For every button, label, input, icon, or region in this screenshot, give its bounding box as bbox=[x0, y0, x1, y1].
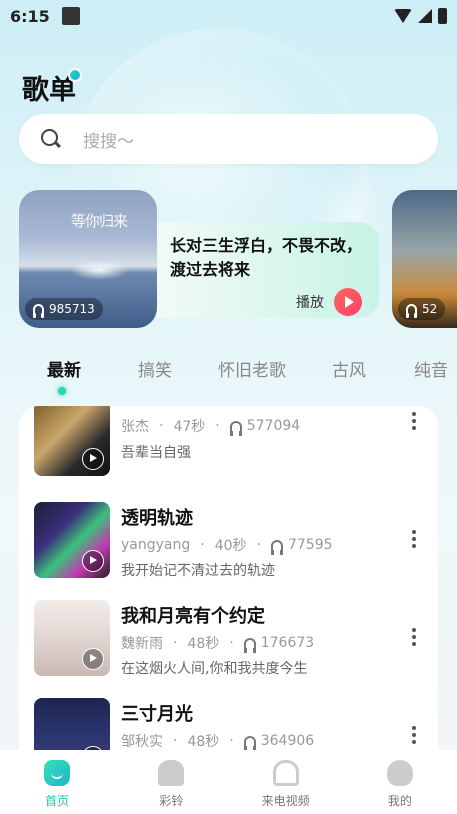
status-icons bbox=[394, 8, 447, 24]
tab-pure-music[interactable]: 纯音 bbox=[414, 356, 448, 381]
more-options-icon[interactable] bbox=[412, 530, 416, 550]
song-artist: yangyang bbox=[121, 537, 191, 553]
tab-latest[interactable]: 最新 bbox=[47, 356, 81, 381]
song-list: 张杰 · 47秒 · 577094 吾辈当自强 透明轨迹 yangyang · … bbox=[19, 406, 438, 766]
separator: · bbox=[200, 537, 205, 553]
play-count: 985713 bbox=[49, 302, 95, 316]
song-cover[interactable] bbox=[34, 600, 110, 676]
song-duration: 48秒 bbox=[187, 636, 220, 652]
battery-icon bbox=[438, 8, 447, 24]
song-plays: 77595 bbox=[287, 537, 333, 553]
song-plays: 176673 bbox=[260, 635, 315, 651]
next-banner-card[interactable]: 52 bbox=[392, 190, 457, 328]
song-artist: 魏新雨 bbox=[121, 636, 163, 652]
bottom-nav: 首页 彩铃 来电视频 我的 bbox=[0, 750, 457, 814]
tab-active-indicator bbox=[58, 387, 66, 395]
title-badge-icon bbox=[68, 68, 82, 82]
list-item[interactable]: 张杰 · 47秒 · 577094 吾辈当自强 bbox=[19, 406, 438, 482]
nav-item-ringtone[interactable]: 彩铃 bbox=[114, 750, 228, 814]
more-options-icon[interactable] bbox=[412, 726, 416, 746]
nav-item-call-video[interactable]: 来电视频 bbox=[229, 750, 343, 814]
play-count: 52 bbox=[422, 302, 438, 316]
play-icon[interactable] bbox=[82, 448, 104, 470]
song-cover[interactable] bbox=[34, 502, 110, 578]
headphones-icon bbox=[229, 420, 242, 436]
headphones-icon bbox=[33, 304, 44, 318]
separator: · bbox=[159, 418, 164, 434]
tab-ancient-style[interactable]: 古风 bbox=[332, 356, 366, 381]
play-count-badge: 52 bbox=[398, 298, 446, 320]
song-title: 三寸月光 bbox=[121, 704, 193, 725]
cover-art-text: 等你归来 bbox=[71, 212, 128, 230]
song-cover[interactable] bbox=[34, 406, 110, 476]
signal-icon bbox=[418, 9, 432, 23]
separator: · bbox=[215, 418, 220, 434]
banner-cover-image[interactable]: 等你归来 985713 bbox=[19, 190, 157, 328]
home-icon bbox=[44, 760, 71, 786]
song-artist: 张杰 bbox=[121, 419, 149, 435]
search-bar[interactable]: 搜搜～ bbox=[19, 114, 438, 164]
nav-item-profile[interactable]: 我的 bbox=[343, 750, 457, 814]
separator: · bbox=[229, 733, 234, 749]
status-time: 6:15 bbox=[10, 6, 50, 26]
status-bar: 6:15 bbox=[0, 0, 457, 32]
headphones-icon bbox=[406, 304, 417, 318]
more-options-icon[interactable] bbox=[412, 628, 416, 648]
song-title: 我和月亮有个约定 bbox=[121, 606, 265, 627]
list-item[interactable]: 我和月亮有个约定 魏新雨 · 48秒 · 176673 在这烟火人间,你和我共度… bbox=[19, 592, 438, 688]
song-desc: 吾辈当自强 bbox=[121, 445, 191, 461]
nav-item-home[interactable]: 首页 bbox=[0, 750, 114, 814]
nav-label: 首页 bbox=[45, 794, 70, 808]
notification-icon bbox=[61, 7, 80, 25]
song-duration: 47秒 bbox=[173, 419, 206, 435]
headphones-icon bbox=[243, 735, 256, 751]
banner-text: 长对三生浮白，不畏不改，渡过去将来 bbox=[170, 236, 363, 279]
nav-label: 我的 bbox=[387, 794, 412, 808]
separator: · bbox=[173, 733, 178, 749]
song-desc: 在这烟火人间,你和我共度今生 bbox=[121, 661, 308, 677]
song-meta: yangyang · 40秒 · 77595 bbox=[121, 535, 333, 555]
nav-label: 来电视频 bbox=[261, 794, 310, 808]
song-meta: 邹秋实 · 48秒 · 364906 bbox=[121, 731, 314, 751]
song-duration: 40秒 bbox=[214, 538, 247, 554]
banner-play-button[interactable]: 播放 bbox=[296, 288, 362, 316]
play-icon[interactable] bbox=[82, 648, 104, 670]
list-item[interactable]: 透明轨迹 yangyang · 40秒 · 77595 我开始记不清过去的轨迹 bbox=[19, 494, 438, 590]
song-plays: 364906 bbox=[260, 733, 315, 749]
song-artist: 邹秋实 bbox=[121, 734, 163, 750]
banner-play-label: 播放 bbox=[296, 295, 324, 311]
tab-nostalgic[interactable]: 怀旧老歌 bbox=[218, 356, 286, 381]
cover-sun-glow bbox=[69, 260, 129, 280]
nav-label: 彩铃 bbox=[159, 794, 184, 808]
search-input[interactable]: 搜搜～ bbox=[83, 127, 134, 152]
song-desc: 我开始记不清过去的轨迹 bbox=[121, 563, 275, 579]
headphones-icon bbox=[243, 637, 256, 653]
headphones-icon bbox=[270, 539, 283, 555]
song-meta: 张杰 · 47秒 · 577094 bbox=[121, 416, 300, 436]
separator: · bbox=[173, 635, 178, 651]
more-options-icon[interactable] bbox=[412, 412, 416, 432]
song-plays: 577094 bbox=[246, 418, 301, 434]
bell-icon bbox=[158, 760, 185, 786]
tab-funny[interactable]: 搞笑 bbox=[138, 356, 172, 381]
song-title: 透明轨迹 bbox=[121, 508, 193, 529]
phone-icon bbox=[272, 760, 299, 786]
song-duration: 48秒 bbox=[187, 734, 220, 750]
profile-icon bbox=[386, 760, 413, 786]
separator: · bbox=[256, 537, 261, 553]
play-icon bbox=[334, 288, 362, 316]
category-tabs: 最新 搞笑 怀旧老歌 古风 纯音 bbox=[0, 356, 457, 396]
play-icon[interactable] bbox=[82, 550, 104, 572]
play-count-badge: 985713 bbox=[25, 298, 103, 320]
search-icon bbox=[41, 129, 61, 149]
separator: · bbox=[229, 635, 234, 651]
song-meta: 魏新雨 · 48秒 · 176673 bbox=[121, 633, 314, 653]
wifi-icon bbox=[394, 9, 412, 23]
